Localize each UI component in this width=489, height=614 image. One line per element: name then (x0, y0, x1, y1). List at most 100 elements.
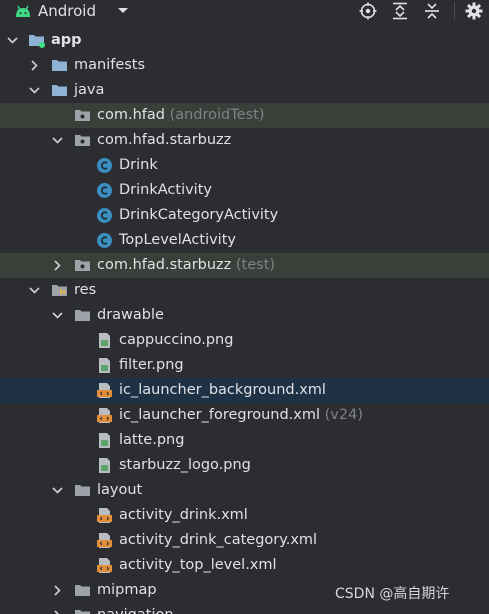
chevron-down-icon[interactable] (28, 284, 41, 297)
toolbar-divider (454, 2, 455, 20)
png-file-icon (99, 458, 110, 473)
collapse-all-button[interactable] (419, 0, 445, 22)
tree-node-label: ic_launcher_background.xml (119, 382, 326, 398)
module-folder-icon (29, 35, 45, 48)
tree-node-layout[interactable]: layout (0, 478, 489, 503)
tree-node-package-main[interactable]: com.hfad.starbuzz (0, 128, 489, 153)
tree-node-file-starbuzz-logo[interactable]: starbuzz_logo.png (0, 453, 489, 478)
tree-node-file-activity-drink[interactable]: activity_drink.xml (0, 503, 489, 528)
locate-icon (359, 2, 377, 20)
tree-node-label: starbuzz_logo.png (119, 457, 251, 473)
chevron-down-icon[interactable] (28, 84, 41, 97)
tree-node-label: com.hfad (androidTest) (97, 103, 264, 128)
tree-node-file-cappuccino[interactable]: cappuccino.png (0, 328, 489, 353)
package-icon (75, 110, 90, 121)
tree-node-file-latte[interactable]: latte.png (0, 428, 489, 453)
package-name: com.hfad.starbuzz (97, 257, 232, 273)
tree-node-file-ic-launcher-background[interactable]: ic_launcher_background.xml (0, 378, 489, 403)
class-icon (97, 208, 112, 223)
tree-node-file-ic-launcher-foreground[interactable]: ic_launcher_foreground.xml (v24) (0, 403, 489, 428)
tree-node-drawable[interactable]: drawable (0, 303, 489, 328)
project-toolbar: Android (0, 0, 489, 24)
source-set-suffix: (test) (235, 257, 276, 273)
xml-file-icon (97, 508, 112, 523)
xml-file-icon (97, 408, 112, 423)
folder-icon (75, 610, 90, 614)
resource-folder-icon (52, 285, 67, 296)
chevron-right-icon[interactable] (51, 584, 64, 597)
settings-button[interactable] (461, 0, 487, 22)
class-icon (97, 233, 112, 248)
expand-all-button[interactable] (387, 0, 413, 22)
tree-node-label: DrinkActivity (119, 182, 212, 198)
tree-node-label: activity_drink.xml (119, 507, 248, 523)
chevron-right-icon[interactable] (51, 259, 64, 272)
tree-node-manifests[interactable]: manifests (0, 53, 489, 78)
chevron-down-icon[interactable] (116, 6, 130, 16)
tree-node-class-toplevelactivity[interactable]: TopLevelActivity (0, 228, 489, 253)
chevron-right-icon[interactable] (51, 609, 64, 614)
view-selector-label[interactable]: Android (38, 0, 96, 22)
png-file-icon (99, 358, 110, 373)
chevron-down-icon[interactable] (51, 309, 64, 322)
tree-node-label: activity_drink_category.xml (119, 532, 318, 548)
tree-node-label: navigation (97, 603, 174, 614)
expand-all-icon (393, 2, 407, 20)
xml-file-icon (97, 533, 112, 548)
tree-node-label: activity_top_level.xml (119, 557, 277, 573)
tree-node-label: com.hfad.starbuzz (97, 132, 232, 148)
tree-node-label: com.hfad.starbuzz (test) (97, 253, 275, 278)
tree-node-app[interactable]: app (0, 28, 489, 53)
tree-node-label: mipmap (97, 582, 157, 598)
tree-node-label: filter.png (119, 357, 184, 373)
watermark: CSDN @高自期许 (335, 586, 450, 602)
chevron-down-icon[interactable] (51, 484, 64, 497)
tree-node-label: latte.png (119, 432, 185, 448)
tree-node-label: TopLevelActivity (119, 232, 236, 248)
class-icon (97, 183, 112, 198)
tree-node-label: cappuccino.png (119, 332, 234, 348)
tree-node-label: manifests (74, 57, 146, 73)
tree-node-label: DrinkCategoryActivity (119, 207, 279, 223)
tree-node-class-drinkactivity[interactable]: DrinkActivity (0, 178, 489, 203)
folder-icon (52, 60, 67, 71)
folder-icon (52, 85, 67, 96)
tree-node-label: res (74, 282, 97, 298)
tree-node-label: drawable (97, 307, 164, 323)
source-set-suffix: (androidTest) (169, 107, 265, 123)
folder-icon (75, 585, 90, 596)
tree-node-file-filter[interactable]: filter.png (0, 353, 489, 378)
tree-node-label: Drink (119, 157, 158, 173)
chevron-down-icon[interactable] (6, 34, 19, 47)
tree-node-label: java (74, 82, 105, 98)
android-icon (16, 5, 30, 17)
tree-node-package-android-test[interactable]: com.hfad (androidTest) (0, 103, 489, 128)
qualifier-suffix: (v24) (324, 407, 363, 423)
tree-node-res[interactable]: res (0, 278, 489, 303)
tree-node-java[interactable]: java (0, 78, 489, 103)
xml-file-icon (97, 383, 112, 398)
tree-node-label: layout (97, 482, 143, 498)
tree-node-file-activity-top-level[interactable]: activity_top_level.xml (0, 553, 489, 578)
folder-icon (75, 485, 90, 496)
tree-node-class-drink[interactable]: Drink (0, 153, 489, 178)
package-icon (75, 260, 90, 271)
gear-icon (465, 2, 483, 20)
tree-node-label: app (51, 32, 82, 48)
package-icon (75, 135, 90, 146)
file-name: ic_launcher_foreground.xml (119, 407, 321, 423)
folder-icon (75, 310, 90, 321)
chevron-right-icon[interactable] (28, 59, 41, 72)
tree-node-label: ic_launcher_foreground.xml (v24) (119, 403, 363, 428)
tree-node-package-test[interactable]: com.hfad.starbuzz (test) (0, 253, 489, 278)
package-name: com.hfad (97, 107, 165, 123)
png-file-icon (99, 433, 110, 448)
class-icon (97, 158, 112, 173)
tree-node-file-activity-drink-category[interactable]: activity_drink_category.xml (0, 528, 489, 553)
chevron-down-icon[interactable] (51, 134, 64, 147)
tree-node-class-drinkcategoryactivity[interactable]: DrinkCategoryActivity (0, 203, 489, 228)
locate-button[interactable] (355, 0, 381, 22)
png-file-icon (99, 333, 110, 348)
collapse-all-icon (425, 3, 439, 19)
xml-file-icon (97, 558, 112, 573)
